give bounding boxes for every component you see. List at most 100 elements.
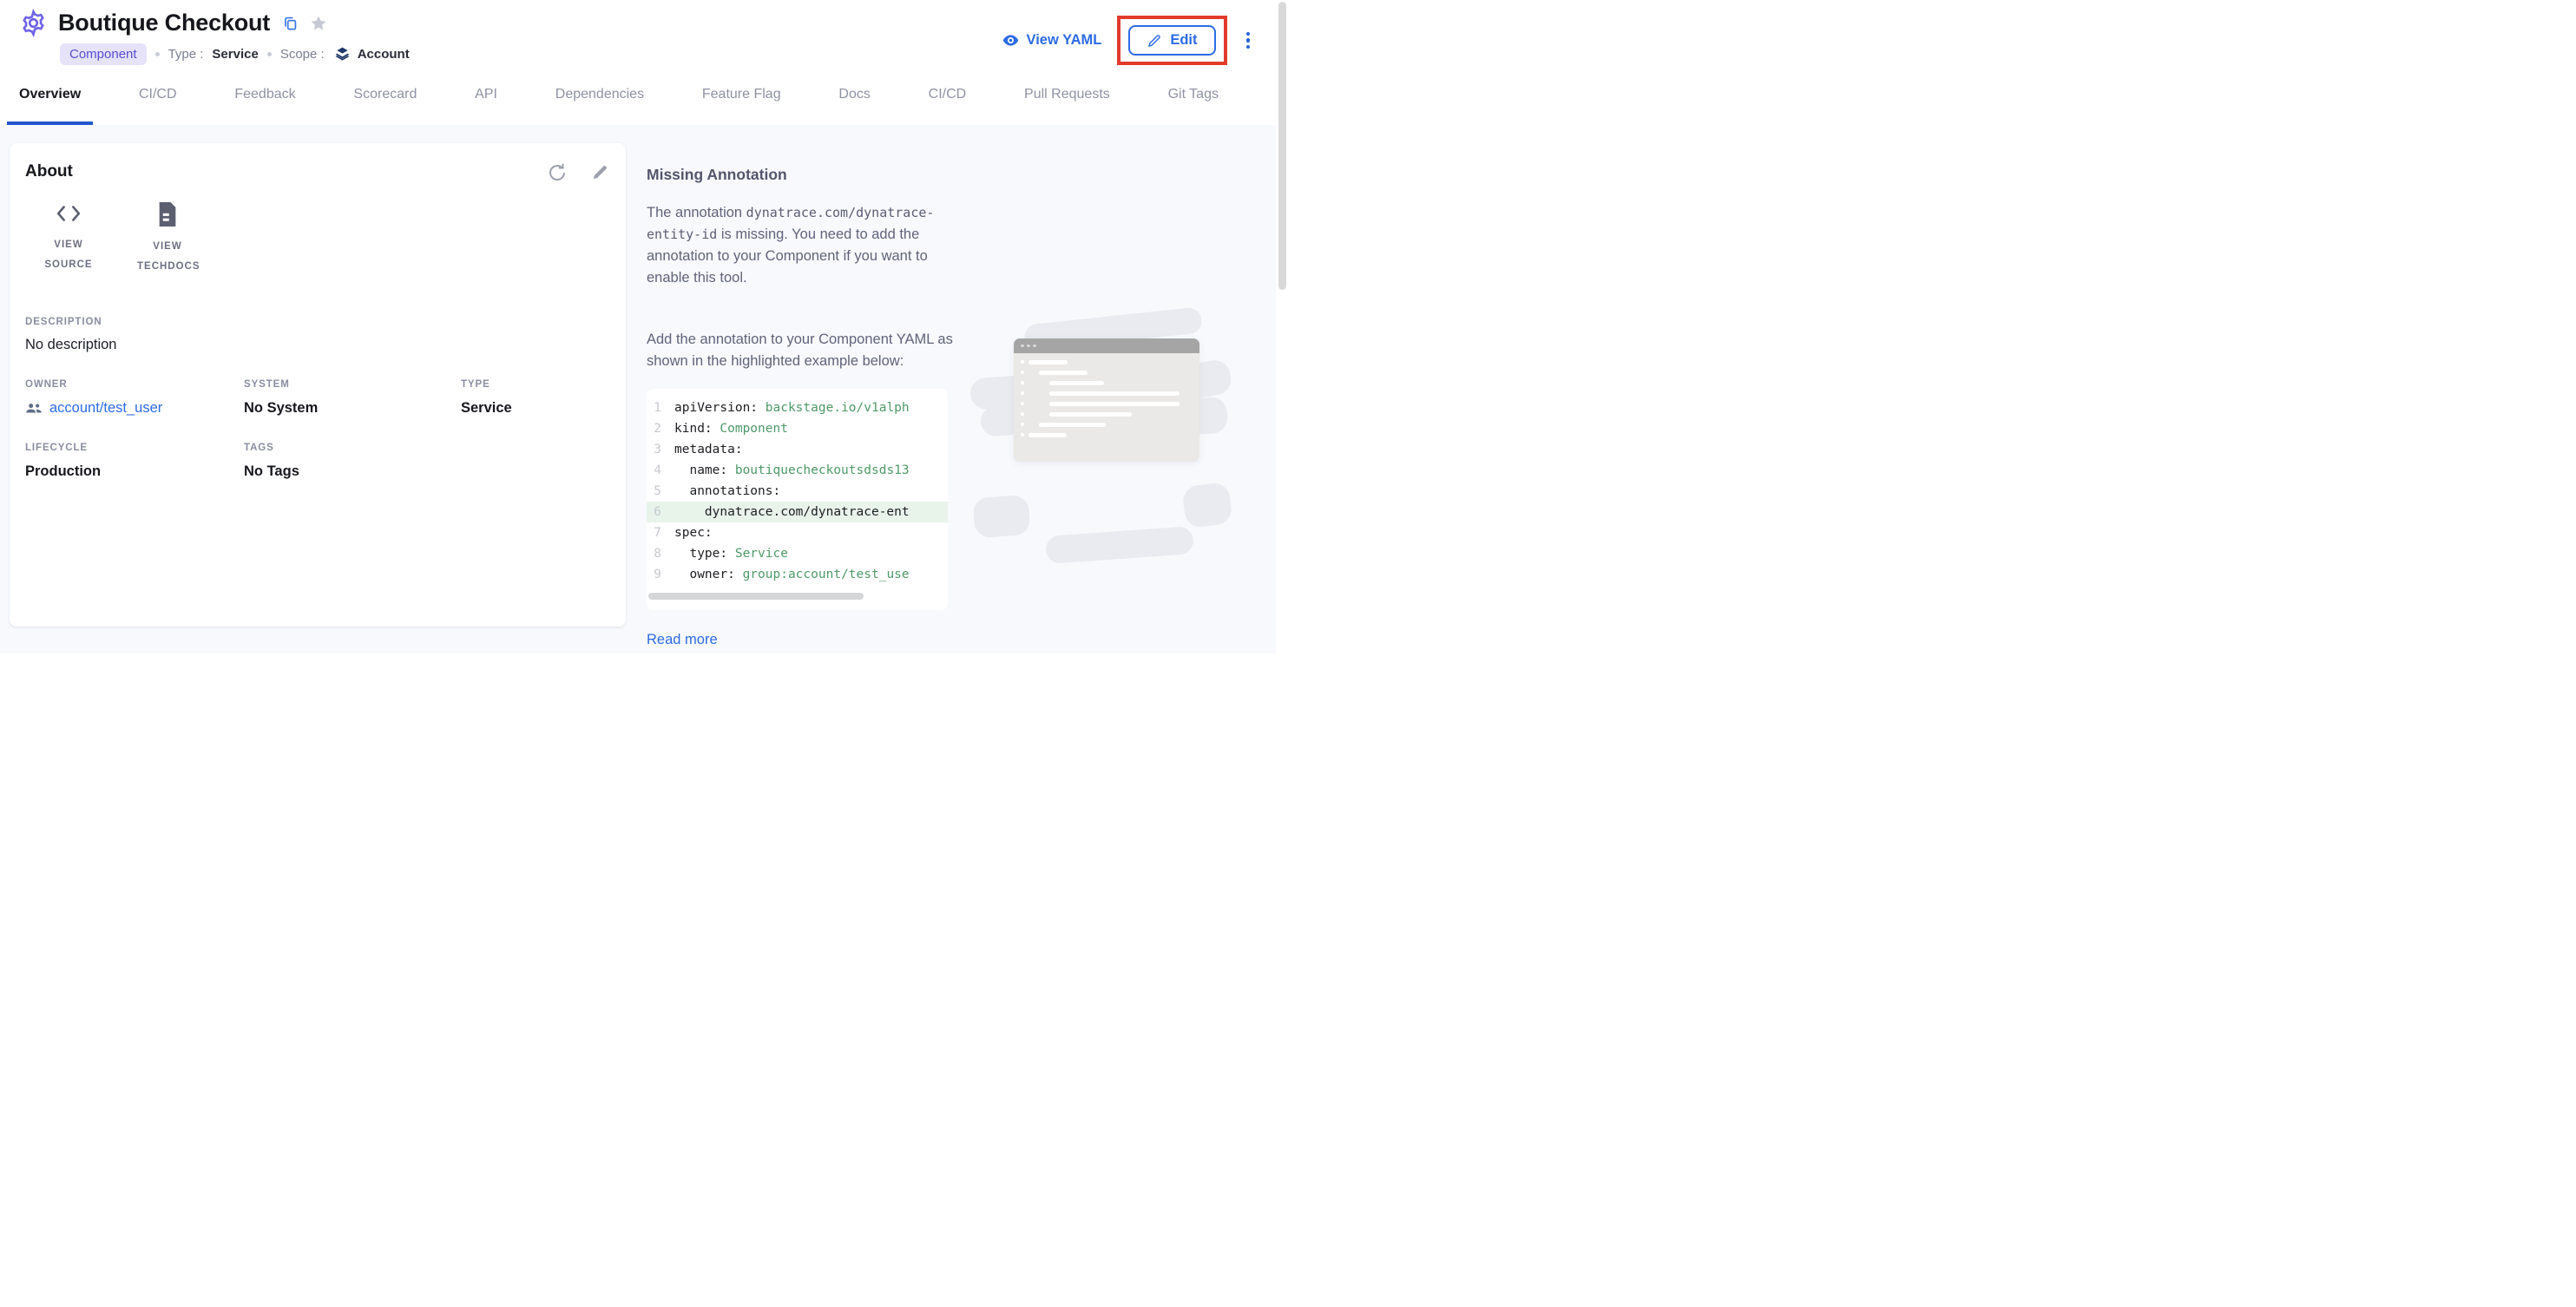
scribble-shape: [972, 495, 1030, 538]
tab-docs[interactable]: Docs: [826, 64, 882, 125]
code-line-9: 9 owner: group:account/test_use: [647, 564, 948, 585]
tab-feedback[interactable]: Feedback: [222, 64, 307, 125]
code-brackets-icon: [56, 202, 82, 225]
code-value: Component: [720, 418, 788, 439]
description-value: No description: [25, 337, 612, 353]
line-number: 9: [647, 564, 674, 585]
scribble-shape: [1181, 482, 1232, 529]
code-line-8: 8 type: Service: [647, 543, 948, 564]
scribble-shape: [1045, 526, 1194, 564]
tags-field: TAGS No Tags: [244, 443, 461, 480]
tags-label: TAGS: [244, 443, 461, 453]
favorite-star-icon[interactable]: [309, 14, 328, 33]
type-field: TYPE Service: [461, 379, 612, 417]
code-key: dynatrace.com/dynatrace-ent: [674, 502, 910, 522]
entity-header: Boutique Checkout Component Type : Servi…: [0, 0, 1288, 64]
code-key: owner:: [674, 564, 743, 585]
code-key: spec:: [674, 522, 713, 543]
tab-scorecard[interactable]: Scorecard: [341, 64, 429, 125]
page-title: Boutique Checkout: [58, 10, 270, 36]
kind-chip: Component: [60, 43, 147, 65]
techdocs-document-icon: [157, 202, 178, 227]
tab-pull-requests[interactable]: Pull Requests: [1012, 64, 1122, 125]
code-line-6-highlighted: 6 dynatrace.com/dynatrace-ent: [647, 502, 948, 522]
code-key: metadata:: [674, 439, 743, 460]
line-number: 3: [647, 439, 674, 460]
missing-annotation-panel: Missing Annotation The annotation dynatr…: [647, 143, 973, 648]
tags-value: No Tags: [244, 463, 461, 480]
missing-annotation-title: Missing Annotation: [647, 166, 973, 184]
browser-window-graphic: [1014, 338, 1199, 462]
type-value: Service: [212, 47, 258, 62]
about-card: About: [10, 143, 626, 627]
tab-feature-flag[interactable]: Feature Flag: [690, 64, 793, 125]
line-number: 5: [647, 481, 674, 502]
copy-name-icon[interactable]: [282, 15, 299, 31]
paragraph-text: The annotation: [647, 205, 746, 220]
entity-tabbar: Overview CI/CD Feedback Scorecard API De…: [0, 64, 1288, 125]
code-value: backstage.io/v1alph: [766, 397, 910, 418]
overview-content: About: [0, 125, 1288, 654]
code-key: apiVersion:: [674, 397, 766, 418]
window-line: [1049, 412, 1132, 417]
code-key: name:: [674, 460, 735, 481]
page-scrollbar-thumb[interactable]: [1278, 2, 1286, 290]
lifecycle-value: Production: [25, 463, 244, 480]
tab-cicd[interactable]: CI/CD: [127, 64, 189, 125]
more-options-kebab-icon[interactable]: [1243, 29, 1254, 53]
view-techdocs-link[interactable]: VIEW TECHDOCS: [131, 202, 204, 277]
edit-about-pencil-icon[interactable]: [590, 162, 610, 183]
tab-overview[interactable]: Overview: [7, 64, 93, 125]
about-card-title: About: [25, 162, 73, 181]
window-line: [1049, 381, 1104, 385]
view-source-label: VIEW SOURCE: [38, 235, 99, 275]
tab-api[interactable]: API: [463, 64, 509, 125]
window-titlebar: [1014, 338, 1199, 353]
lifecycle-label: LIFECYCLE: [25, 443, 244, 453]
tab-dependencies[interactable]: Dependencies: [543, 64, 656, 125]
tab-git-tags[interactable]: Git Tags: [1156, 64, 1231, 125]
owner-label: OWNER: [25, 379, 244, 390]
owner-link[interactable]: account/test_user: [25, 400, 244, 417]
scope-layers-icon: [333, 45, 352, 63]
view-yaml-link[interactable]: View YAML: [1002, 31, 1102, 49]
code-line-4: 4 name: boutiquecheckoutsdsds13: [647, 460, 948, 481]
separator-dot: [267, 52, 272, 56]
code-value: Service: [735, 543, 788, 564]
description-label: DESCRIPTION: [25, 317, 612, 327]
system-value: No System: [244, 400, 461, 417]
line-number: 1: [647, 397, 674, 418]
read-more-link[interactable]: Read more: [647, 632, 718, 648]
code-line-1: 1apiVersion: backstage.io/v1alph: [647, 397, 948, 418]
edit-button-highlight-box: Edit: [1117, 16, 1226, 65]
group-people-icon: [25, 402, 43, 415]
entity-header-left: Boutique Checkout Component Type : Servi…: [19, 9, 410, 65]
separator-dot: [155, 52, 160, 56]
line-number: 6: [647, 502, 674, 522]
code-line-5: 5 annotations:: [647, 481, 948, 502]
code-horizontal-scrollbar[interactable]: [648, 593, 864, 600]
line-number: 2: [647, 418, 674, 439]
lifecycle-field: LIFECYCLE Production: [25, 443, 244, 480]
type-field-value: Service: [461, 400, 612, 417]
code-key: annotations:: [674, 481, 780, 502]
code-key: kind:: [674, 418, 720, 439]
view-source-link[interactable]: VIEW SOURCE: [32, 202, 105, 277]
tab-cicd-2[interactable]: CI/CD: [917, 64, 979, 125]
code-window-illustration: [963, 314, 1232, 601]
system-label: SYSTEM: [244, 379, 461, 390]
owner-value: account/test_user: [49, 400, 162, 417]
edit-button[interactable]: Edit: [1128, 25, 1215, 56]
add-annotation-paragraph: Add the annotation to your Component YAM…: [647, 329, 973, 372]
type-field-label: TYPE: [461, 379, 612, 390]
edit-button-label: Edit: [1170, 32, 1197, 49]
window-line: [1039, 371, 1088, 375]
code-line-2: 2kind: Component: [647, 418, 948, 439]
entity-header-actions: View YAML Edit: [1002, 16, 1254, 65]
owner-field: OWNER account/test_user: [25, 379, 244, 417]
window-line: [1028, 433, 1067, 437]
view-techdocs-label: VIEW TECHDOCS: [137, 237, 198, 277]
view-yaml-label: View YAML: [1027, 32, 1102, 49]
yaml-code-block: 1apiVersion: backstage.io/v1alph 2kind: …: [647, 389, 948, 610]
refresh-icon[interactable]: [547, 162, 568, 183]
